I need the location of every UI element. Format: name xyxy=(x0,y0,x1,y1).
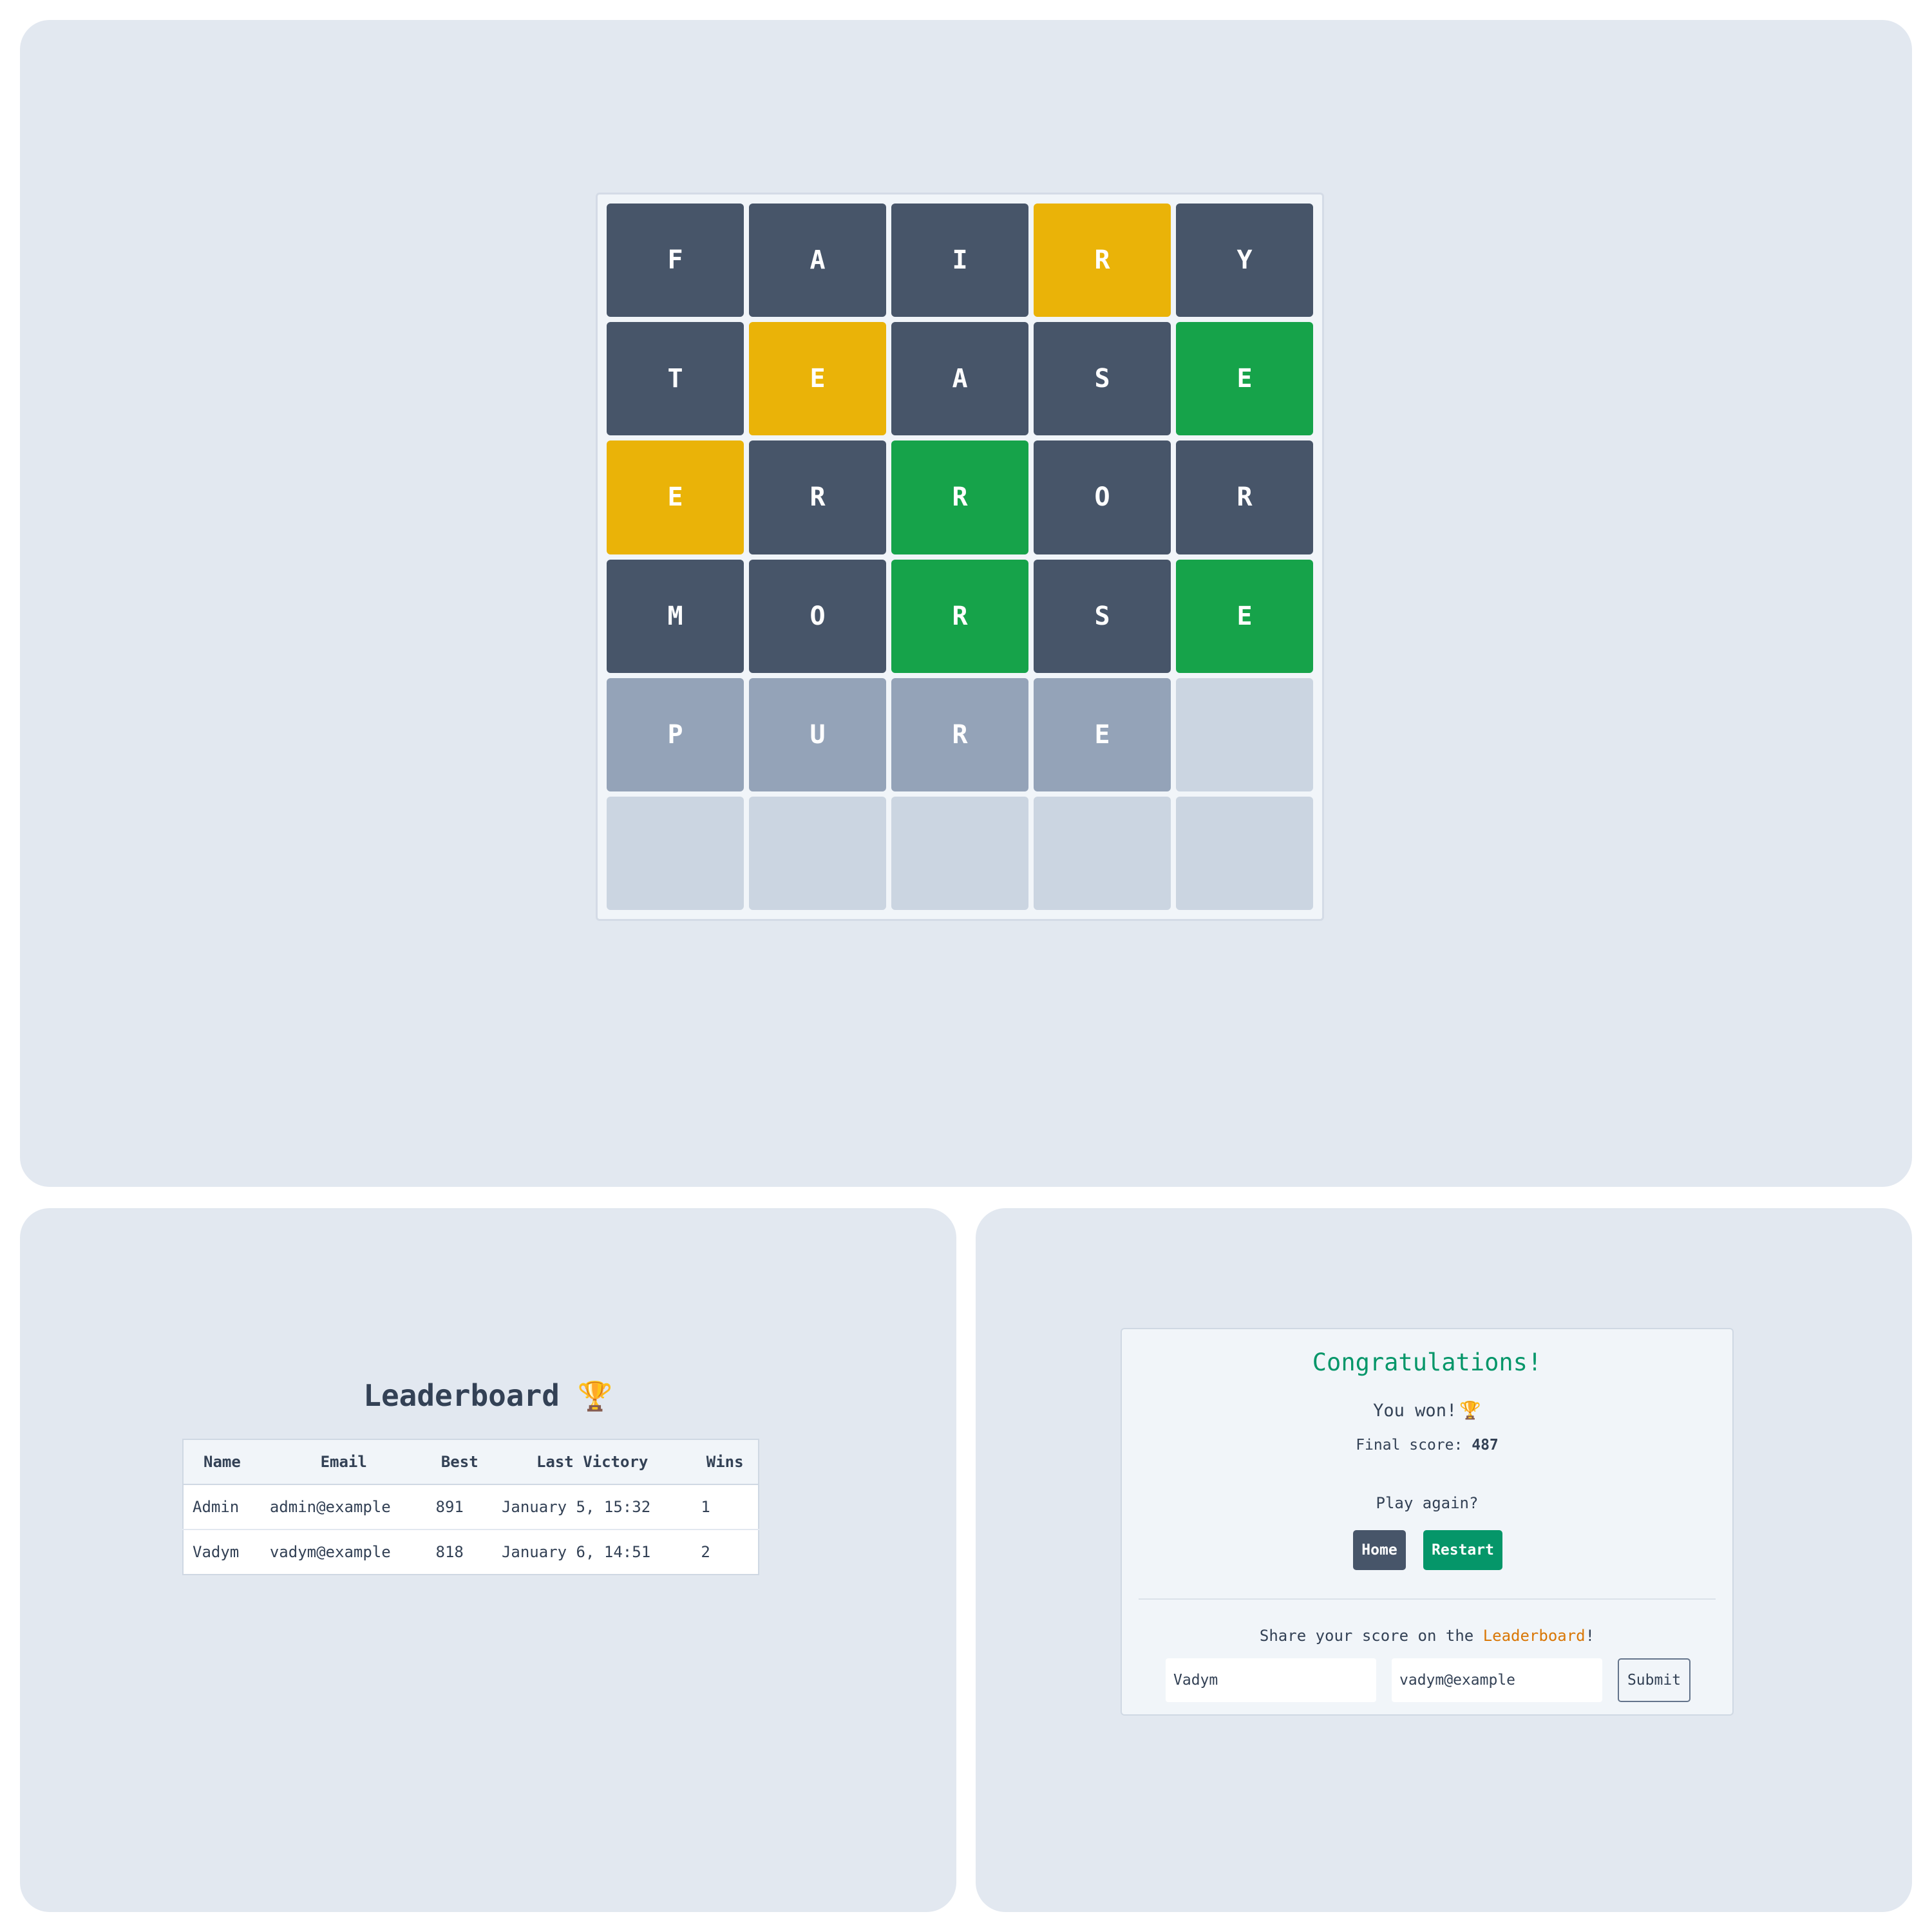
tile-typed: R xyxy=(891,677,1028,791)
tile-empty xyxy=(891,796,1028,910)
share-text: Share your score on the xyxy=(1259,1627,1474,1645)
cell-name: Admin xyxy=(183,1484,261,1530)
column-header-best: Best xyxy=(426,1439,493,1485)
leaderboard-heading: Leaderboard 🏆 xyxy=(20,1378,956,1413)
table-row: Admin admin@example 891 January 5, 15:32… xyxy=(183,1484,759,1530)
home-button[interactable]: Home xyxy=(1353,1530,1406,1570)
leaderboard-title: Leaderboard xyxy=(363,1378,560,1413)
win-message: You won! 🏆 xyxy=(1122,1400,1732,1421)
tile-typed: U xyxy=(749,677,886,791)
column-header-last-victory: Last Victory xyxy=(492,1439,692,1485)
cell-email: vadym@example xyxy=(269,1543,391,1561)
game-panel: FAIRYTEASEERRORMORSEPURE xyxy=(20,20,1912,1187)
table-row: Vadym vadym@example 818 January 6, 14:51… xyxy=(183,1530,759,1575)
tile-empty xyxy=(1176,796,1313,910)
tile-empty xyxy=(607,796,744,910)
tile-absent: R xyxy=(749,440,886,554)
tile-correct: R xyxy=(891,440,1028,554)
win-text: You won! xyxy=(1373,1401,1457,1421)
tile-absent: F xyxy=(607,204,744,317)
tile-empty xyxy=(749,796,886,910)
tile-correct: E xyxy=(1176,322,1313,436)
final-score: Final score: 487 xyxy=(1122,1437,1732,1454)
share-prompt: Share your score on the Leaderboard! xyxy=(1122,1627,1732,1645)
tile-correct: R xyxy=(891,559,1028,673)
final-score-value: 487 xyxy=(1472,1437,1499,1454)
tile-absent: M xyxy=(607,559,744,673)
cell-last-victory: January 6, 14:51 xyxy=(501,1543,651,1561)
cell-name: Vadym xyxy=(193,1543,240,1561)
cell-wins: 2 xyxy=(701,1543,710,1561)
cell-last-victory: January 5, 15:32 xyxy=(492,1484,692,1530)
tile-absent: T xyxy=(607,322,744,436)
tile-absent: O xyxy=(1034,440,1171,554)
tile-correct: E xyxy=(1176,559,1313,673)
email-input[interactable]: vadym@example xyxy=(1392,1658,1602,1702)
tile-present: E xyxy=(749,322,886,436)
result-panel: Congratulations! You won! 🏆 Final score: … xyxy=(976,1208,1912,1912)
cell-wins: 1 xyxy=(692,1484,759,1530)
tile-present: E xyxy=(607,440,744,554)
leaderboard-panel: Leaderboard 🏆 Name Email Best Last Victor… xyxy=(20,1208,956,1912)
tile-absent: Y xyxy=(1176,204,1313,317)
leaderboard-table: Name Email Best Last Victory Wins Admin … xyxy=(182,1439,759,1575)
tile-empty xyxy=(1176,677,1313,791)
tile-absent: A xyxy=(749,204,886,317)
name-input[interactable]: Vadym xyxy=(1166,1658,1376,1702)
divider xyxy=(1139,1598,1716,1600)
play-again-prompt: Play again? xyxy=(1376,1494,1479,1512)
congratulations-title: Congratulations! xyxy=(1312,1349,1542,1376)
tile-present: R xyxy=(1034,204,1171,317)
tile-empty xyxy=(1034,796,1171,910)
final-score-label: Final score: xyxy=(1356,1437,1463,1454)
restart-button[interactable]: Restart xyxy=(1423,1530,1502,1570)
cell-best: 891 xyxy=(426,1484,493,1530)
tile-absent: A xyxy=(891,322,1028,436)
share-suffix: ! xyxy=(1585,1627,1595,1645)
tile-typed: E xyxy=(1034,677,1171,791)
cell-email: admin@example xyxy=(260,1484,427,1530)
column-header-wins: Wins xyxy=(692,1439,759,1485)
tile-absent: R xyxy=(1176,440,1313,554)
trophy-icon: 🏆 xyxy=(1459,1401,1481,1421)
column-header-email: Email xyxy=(260,1439,427,1485)
trophy-icon: 🏆 xyxy=(577,1380,613,1413)
cell-best: 818 xyxy=(435,1543,464,1561)
tile-typed: P xyxy=(607,677,744,791)
tile-absent: O xyxy=(749,559,886,673)
tile-absent: S xyxy=(1034,559,1171,673)
game-board: FAIRYTEASEERRORMORSEPURE xyxy=(596,193,1324,921)
submit-button[interactable]: Submit xyxy=(1618,1658,1690,1702)
leaderboard-link[interactable]: Leaderboard xyxy=(1483,1627,1586,1645)
tile-absent: S xyxy=(1034,322,1171,436)
column-header-name: Name xyxy=(183,1439,261,1485)
tile-absent: I xyxy=(891,204,1028,317)
table-header-row: Name Email Best Last Victory Wins xyxy=(183,1439,759,1485)
result-card: Congratulations! You won! 🏆 Final score: … xyxy=(1121,1328,1734,1716)
